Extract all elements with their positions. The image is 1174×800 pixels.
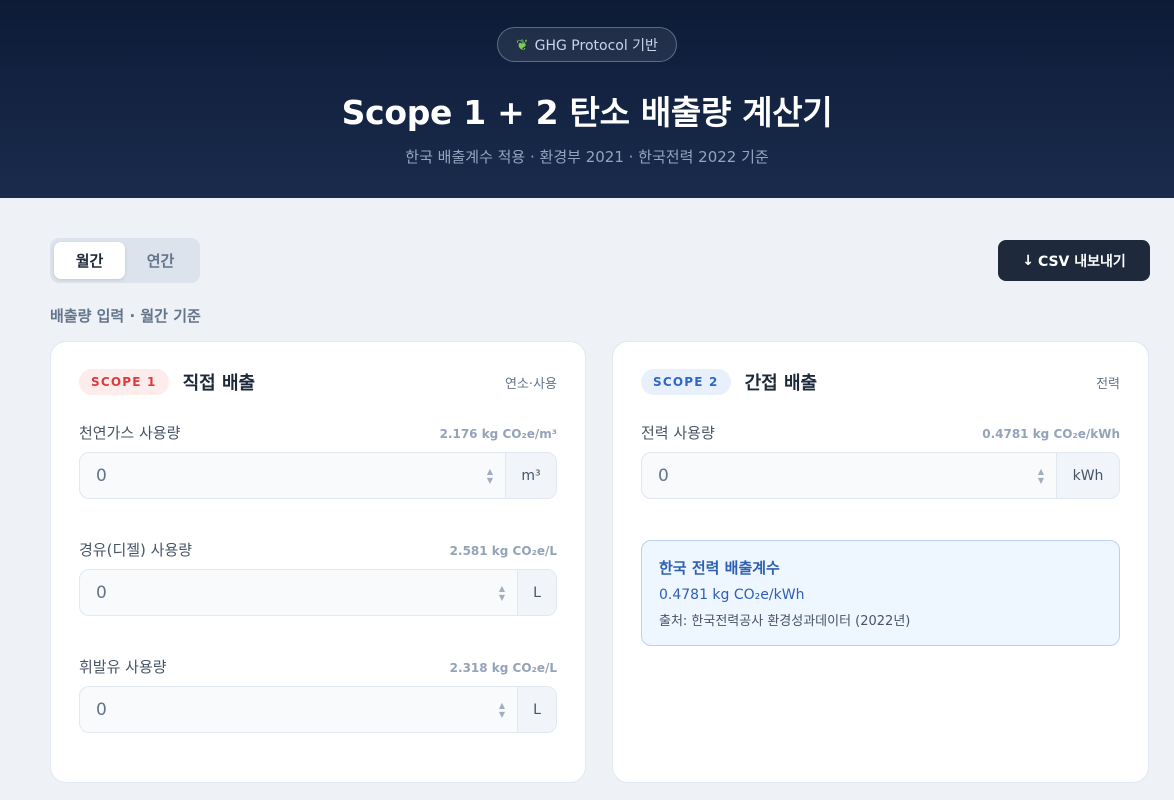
natural-gas-field: 천연가스 사용량 2.176 kg CO₂e/m³ 0 ▲ ▼ m³ [79,422,557,499]
number-spinner-icon[interactable]: ▲ ▼ [1026,467,1056,485]
leaf-icon: ❦ [516,35,529,54]
input-value[interactable]: 0 [642,466,1026,486]
scope1-title: 직접 배출 [182,373,256,394]
emission-factor-info-box: 한국 전력 배출계수 0.4781 kg CO₂e/kWh 출처: 한국전력공사… [641,540,1120,646]
scope1-card: SCOPE 1 직접 배출 연소·사용 천연가스 사용량 2.176 kg CO… [50,341,586,783]
page-title: Scope 1 + 2 탄소 배출량 계산기 [341,93,833,132]
field-label: 경유(디젤) 사용량 [79,541,193,559]
input-value[interactable]: 0 [80,583,487,603]
emission-factor: 2.176 kg CO₂e/m³ [439,427,557,441]
field-label: 전력 사용량 [641,424,715,442]
gasoline-input[interactable]: 0 ▲ ▼ L [79,686,557,733]
download-arrow-icon: ↓ [1022,252,1034,269]
scope1-tag: 연소·사용 [505,376,557,392]
info-title: 한국 전력 배출계수 [659,559,780,577]
number-spinner-icon[interactable]: ▲ ▼ [487,584,517,602]
input-value[interactable]: 0 [80,466,475,486]
diesel-field: 경유(디젤) 사용량 2.581 kg CO₂e/L 0 ▲ ▼ L [79,539,557,616]
field-label: 천연가스 사용량 [79,424,181,442]
unit-label: L [517,687,556,732]
gasoline-field: 휘발유 사용량 2.318 kg CO₂e/L 0 ▲ ▼ L [79,656,557,733]
unit-label: kWh [1056,453,1119,498]
period-yearly-button[interactable]: 연간 [125,242,196,279]
scope1-card-header: SCOPE 1 직접 배출 연소·사용 [79,368,557,396]
info-source: 출처: 한국전력공사 환경성과데이터 (2022년) [659,614,911,629]
unit-label: L [517,570,556,615]
scope2-title: 간접 배출 [744,373,818,394]
info-value: 0.4781 kg CO₂e/kWh [659,587,805,603]
scope1-badge: SCOPE 1 [79,369,169,395]
input-value[interactable]: 0 [80,700,487,720]
scope2-card-header: SCOPE 2 간접 배출 전력 [641,368,1120,396]
page-subtitle: 한국 배출계수 적용 · 환경부 2021 · 한국전력 2022 기준 [405,148,769,166]
emission-factor: 2.318 kg CO₂e/L [449,661,557,675]
emission-factor: 2.581 kg CO₂e/L [449,544,557,558]
protocol-badge: ❦ GHG Protocol 기반 [497,27,677,62]
electricity-field: 전력 사용량 0.4781 kg CO₂e/kWh 0 ▲ ▼ kWh [641,422,1120,499]
natural-gas-input[interactable]: 0 ▲ ▼ m³ [79,452,557,499]
scope2-card: SCOPE 2 간접 배출 전력 전력 사용량 0.4781 kg CO₂e/k… [612,341,1149,783]
period-toggle: 월간 연간 [50,238,200,283]
scope2-badge: SCOPE 2 [641,369,731,395]
diesel-input[interactable]: 0 ▲ ▼ L [79,569,557,616]
period-monthly-button[interactable]: 월간 [54,242,125,279]
number-spinner-icon[interactable]: ▲ ▼ [487,701,517,719]
protocol-badge-label: GHG Protocol 기반 [534,37,658,54]
page-header: ❦ GHG Protocol 기반 Scope 1 + 2 탄소 배출량 계산기… [0,0,1174,198]
unit-label: m³ [505,453,556,498]
scope2-tag: 전력 [1096,376,1120,392]
main-content: 월간 연간 ↓ CSV 내보내기 배출량 입력 · 월간 기준 SCOPE 1 … [0,198,1174,800]
csv-export-button[interactable]: ↓ CSV 내보내기 [998,240,1150,281]
number-spinner-icon[interactable]: ▲ ▼ [475,467,505,485]
section-label: 배출량 입력 · 월간 기준 [50,307,201,325]
emission-factor: 0.4781 kg CO₂e/kWh [982,427,1120,441]
electricity-input[interactable]: 0 ▲ ▼ kWh [641,452,1120,499]
csv-export-label: CSV 내보내기 [1037,253,1126,270]
field-label: 휘발유 사용량 [79,658,167,676]
